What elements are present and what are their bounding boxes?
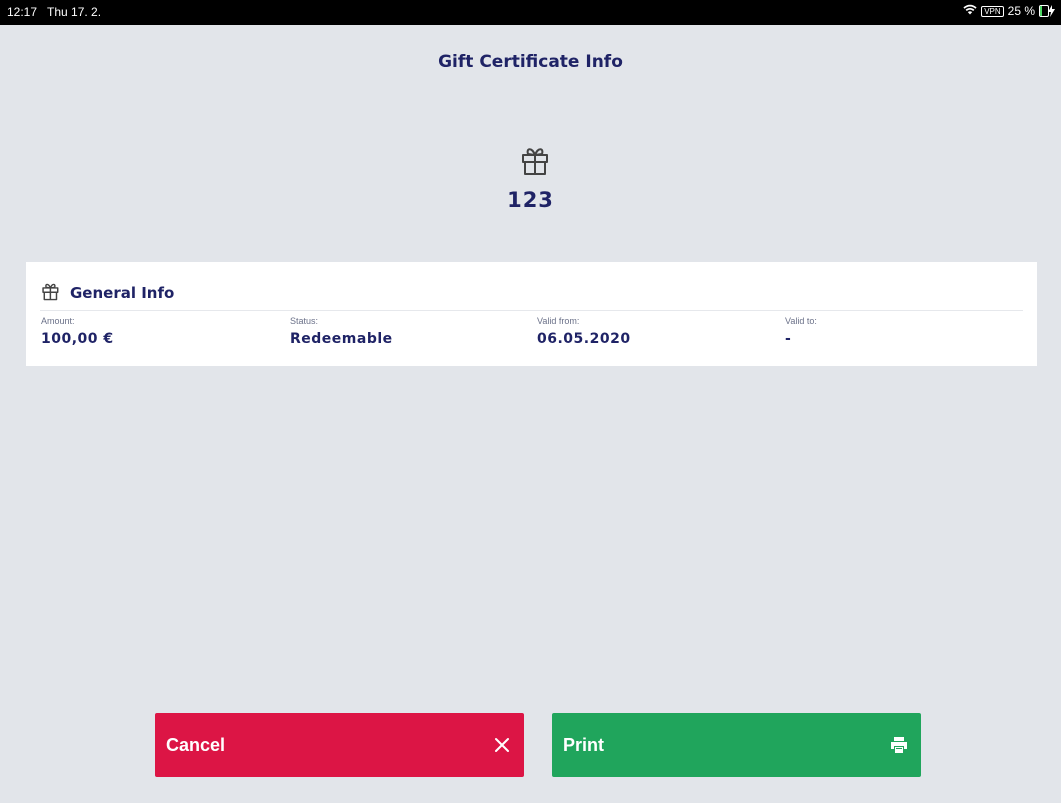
print-button[interactable]: Print	[552, 713, 921, 777]
valid-to-label: Valid to:	[785, 316, 817, 326]
valid-from-field: Valid from: 06.05.2020	[537, 316, 631, 347]
amount-field: Amount: 100,00 €	[41, 316, 114, 347]
status-date: Thu 17. 2.	[47, 5, 102, 19]
valid-to-value: -	[785, 331, 792, 347]
certificate-number: 123	[507, 188, 554, 212]
valid-from-value: 06.05.2020	[537, 331, 631, 347]
battery-icon	[1039, 5, 1055, 17]
close-icon	[492, 735, 512, 755]
page-title: Gift Certificate Info	[438, 52, 623, 72]
status-bar: 12:17 Thu 17. 2. VPN 25 %	[0, 0, 1061, 25]
cancel-button[interactable]: Cancel	[155, 713, 524, 777]
battery-percent: 25 %	[1007, 4, 1035, 18]
vpn-badge: VPN	[981, 5, 1004, 17]
general-info-header: General Info	[40, 281, 174, 305]
general-info-title: General Info	[70, 284, 175, 302]
valid-to-field: Valid to: -	[785, 316, 817, 347]
gift-icon	[40, 281, 62, 305]
valid-from-label: Valid from:	[537, 316, 580, 326]
printer-icon	[889, 735, 909, 755]
status-time: 12:17	[7, 5, 38, 19]
status-value: Redeemable	[290, 331, 393, 347]
wifi-icon	[963, 4, 977, 18]
gift-icon	[518, 145, 554, 175]
amount-value: 100,00 €	[41, 331, 114, 347]
status-field: Status: Redeemable	[290, 316, 393, 347]
print-button-label: Print	[563, 735, 605, 755]
amount-label: Amount:	[41, 316, 75, 326]
status-label: Status:	[290, 316, 319, 326]
general-info-card: General Info Amount: 100,00 € Status: Re…	[26, 262, 1037, 366]
divider	[40, 310, 1023, 311]
cancel-button-label: Cancel	[166, 735, 226, 755]
